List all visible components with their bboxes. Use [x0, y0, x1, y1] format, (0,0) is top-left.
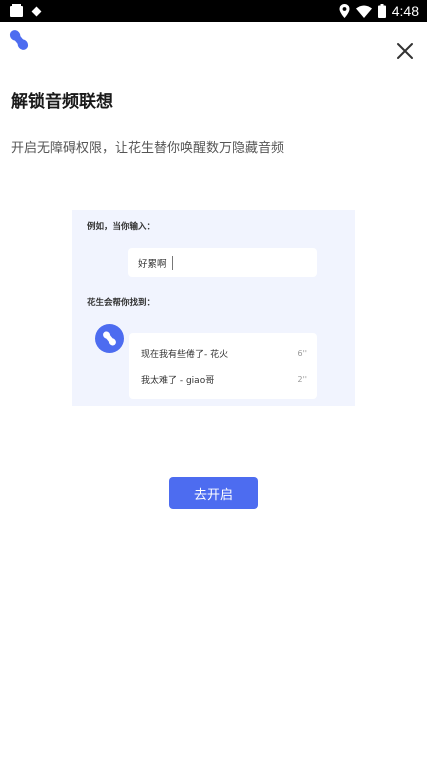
demo-input-text: 好累啊 — [138, 258, 167, 270]
close-button[interactable] — [394, 40, 416, 62]
peanut-avatar-icon — [103, 331, 116, 346]
demo-card: 例如，当你输入： 好累啊 花生会帮你找到： 现在我有些倦了- 花火 6'' 我太… — [72, 210, 355, 406]
result-duration: 6'' — [297, 348, 308, 358]
result-title: 我太难了 - giao哥 — [141, 375, 215, 386]
wifi-icon — [355, 5, 372, 18]
demo-results-list: 现在我有些倦了- 花火 6'' 我太难了 - giao哥 2'' — [129, 333, 317, 399]
battery-icon — [377, 4, 386, 18]
demo-input-box: 好累啊 — [128, 248, 317, 277]
list-item: 我太难了 - giao哥 2'' — [141, 371, 307, 387]
avatar — [95, 324, 124, 353]
result-title: 现在我有些倦了- 花火 — [141, 349, 229, 360]
text-caret — [171, 255, 173, 270]
demo-example-label: 例如，当你输入： — [87, 222, 156, 232]
sim-card-icon — [10, 3, 23, 17]
list-item: 现在我有些倦了- 花火 6'' — [141, 345, 307, 361]
status-time: 4:48 — [391, 3, 419, 19]
close-icon — [397, 43, 413, 59]
location-pin-icon — [339, 4, 350, 18]
status-left-icons — [10, 3, 42, 18]
status-right-icons: 4:48 — [339, 2, 419, 20]
status-bar: 4:48 — [0, 0, 427, 22]
result-duration: 2'' — [297, 374, 308, 384]
peanut-logo-icon — [9, 30, 29, 50]
page-subtitle: 开启无障碍权限，让花生替你唤醒数万隐藏音频 — [11, 141, 285, 156]
open-permission-button[interactable]: 去开启 — [169, 477, 258, 509]
diamond-icon — [31, 6, 42, 16]
demo-found-label: 花生会帮你找到： — [87, 298, 156, 308]
page-title: 解锁音频联想 — [11, 92, 113, 112]
